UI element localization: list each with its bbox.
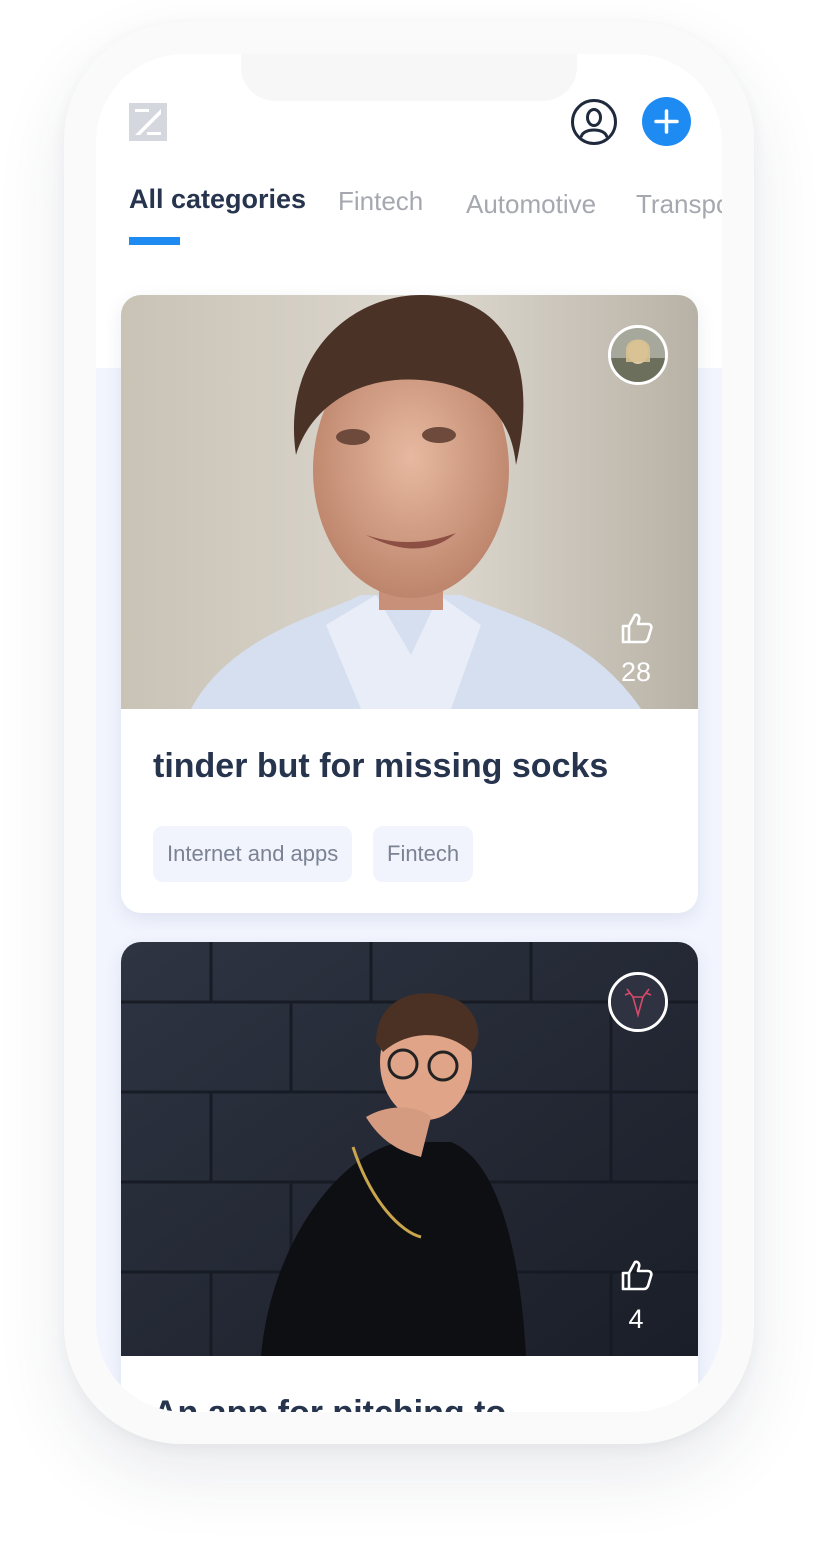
thumbs-up-icon[interactable] (620, 1258, 654, 1292)
thumbs-up-icon[interactable] (620, 611, 654, 645)
avatar-image (611, 328, 665, 382)
pitch-title[interactable]: tinder but for missing socks (153, 747, 608, 786)
add-button[interactable] (642, 97, 691, 146)
tab-all-categories[interactable]: All categories (129, 184, 306, 215)
category-tabs: All categories Fintech Automotive Transp… (96, 174, 722, 254)
active-tab-indicator (129, 237, 180, 245)
pitch-card[interactable]: 4 An app for pitching to (121, 942, 698, 1412)
tab-fintech[interactable]: Fintech (338, 186, 423, 217)
app-logo-icon[interactable] (129, 103, 167, 141)
deer-logo-icon (611, 975, 665, 1029)
author-avatar[interactable] (608, 972, 668, 1032)
profile-user-icon[interactable] (570, 98, 618, 146)
author-avatar[interactable] (608, 325, 668, 385)
pitch-video-thumbnail[interactable]: 28 (121, 295, 698, 709)
tag-fintech[interactable]: Fintech (373, 826, 474, 882)
pitch-video-thumbnail[interactable]: 4 (121, 942, 698, 1356)
tab-transport[interactable]: Transpo (636, 189, 722, 220)
like-count: 4 (628, 1304, 644, 1334)
like-count: 28 (620, 657, 652, 687)
phone-notch (241, 54, 577, 101)
tab-automotive[interactable]: Automotive (466, 189, 596, 220)
plus-icon (654, 109, 679, 134)
pitch-card[interactable]: 28 tinder but for missing socks Internet… (121, 295, 698, 913)
pitch-title[interactable]: An app for pitching to (153, 1394, 506, 1412)
app-screen: All categories Fintech Automotive Transp… (96, 54, 722, 1412)
tag-internet-and-apps[interactable]: Internet and apps (153, 826, 353, 882)
